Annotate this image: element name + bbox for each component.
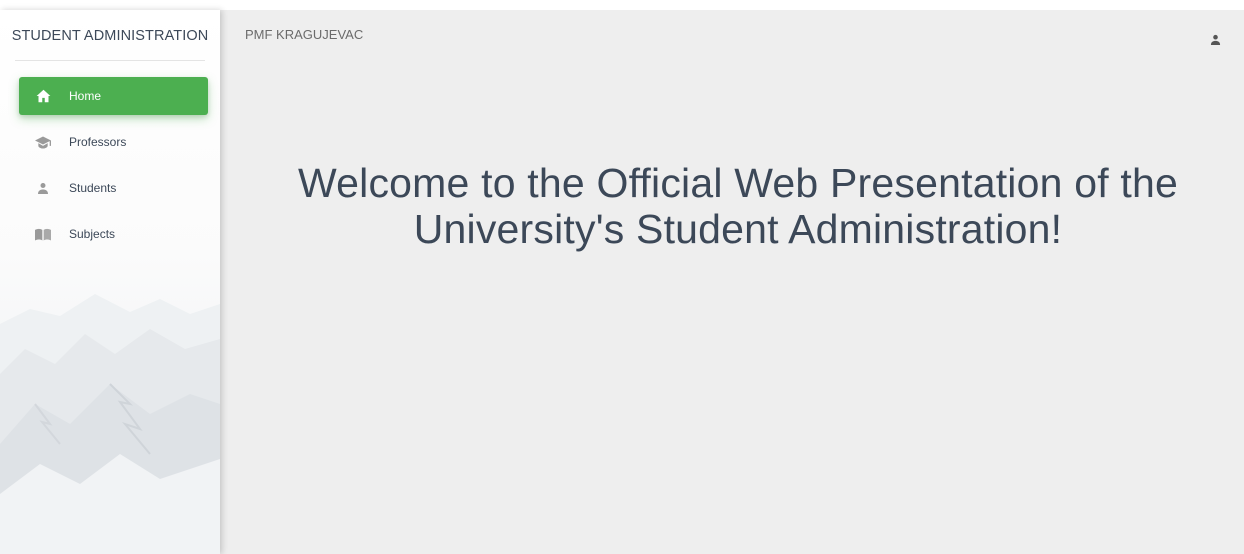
person-icon bbox=[35, 180, 51, 196]
sidebar: STUDENT ADMINISTRATION Home Professors S… bbox=[0, 10, 220, 554]
app-window: STUDENT ADMINISTRATION Home Professors S… bbox=[0, 10, 1244, 554]
sidebar-nav: Home Professors Students Subjects bbox=[19, 77, 208, 261]
person-icon bbox=[1210, 34, 1220, 45]
brand-title[interactable]: STUDENT ADMINISTRATION bbox=[0, 10, 220, 62]
sidebar-item-label: Home bbox=[69, 89, 102, 103]
home-icon bbox=[35, 88, 51, 104]
graduation-cap-icon bbox=[35, 134, 51, 150]
sidebar-item-label: Subjects bbox=[69, 227, 116, 241]
sidebar-item-label: Students bbox=[69, 181, 117, 195]
welcome-heading: Welcome to the Official Web Presentation… bbox=[232, 160, 1244, 252]
sidebar-item-professors[interactable]: Professors bbox=[19, 123, 208, 161]
sidebar-item-students[interactable]: Students bbox=[19, 169, 208, 207]
sidebar-background-image bbox=[0, 294, 220, 554]
book-icon bbox=[35, 226, 51, 242]
sidebar-item-subjects[interactable]: Subjects bbox=[19, 215, 208, 253]
sidebar-item-label: Professors bbox=[69, 135, 127, 149]
welcome-line-2: University's Student Administration! bbox=[413, 206, 1063, 252]
page-title: PMF KRAGUJEVAC bbox=[245, 27, 364, 42]
sidebar-item-home[interactable]: Home bbox=[19, 77, 208, 115]
user-account-button[interactable] bbox=[1208, 32, 1222, 46]
welcome-line-1: Welcome to the Official Web Presentation… bbox=[298, 160, 1178, 206]
brand-divider bbox=[15, 60, 205, 61]
